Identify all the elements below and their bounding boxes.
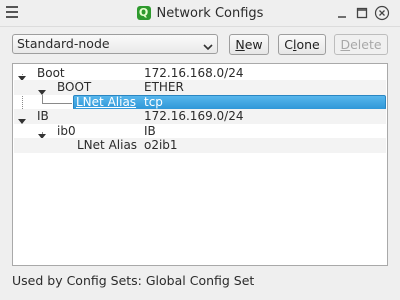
tree-row-ib0[interactable]: ib0 IB — [14, 124, 386, 139]
clone-button[interactable]: Clone — [278, 34, 326, 55]
tree-item-name: BOOT — [57, 80, 92, 94]
tree-item-value: tcp — [144, 95, 163, 109]
tree-item-value: 172.16.168.0/24 — [144, 66, 244, 80]
tree-item-name: IB — [37, 109, 49, 123]
title-bar: Q Network Configs — [0, 0, 400, 27]
network-config-tree[interactable]: Boot 172.16.168.0/24 BOOT ETHER LNet Ali… — [12, 63, 388, 266]
tree-item-value: 172.16.169.0/24 — [144, 109, 244, 123]
app-icon: Q — [136, 6, 151, 20]
tree-item-name: LNet Alias — [76, 95, 137, 109]
tree-item-name: LNet Alias — [77, 138, 138, 152]
tree-item-value: ETHER — [144, 80, 184, 94]
delete-mnemonic: D — [340, 37, 351, 52]
new-mnemonic: N — [235, 37, 245, 52]
tree-item-name: Boot — [37, 66, 65, 80]
new-button[interactable]: New — [229, 34, 269, 55]
tree-row-lnet-alias-tcp[interactable]: LNet Alias tcp — [14, 95, 386, 110]
clone-label-post: one — [296, 37, 320, 52]
window-title: Network Configs — [156, 5, 264, 21]
tree-item-value: o2ib1 — [144, 138, 178, 152]
tree-row-boot[interactable]: Boot 172.16.168.0/24 — [14, 66, 386, 81]
used-by-label: Used by Config Sets: Global Config Set — [12, 273, 255, 288]
config-select[interactable]: Standard-node — [12, 34, 218, 54]
minimize-icon[interactable] — [334, 5, 350, 21]
close-icon[interactable] — [374, 5, 390, 21]
new-label-post: ew — [244, 37, 263, 52]
tree-row-lnet-alias-o2ib1[interactable]: LNet Alias o2ib1 — [14, 138, 386, 153]
delete-button[interactable]: Delete — [334, 34, 388, 55]
tree-item-name: ib0 — [57, 124, 76, 138]
delete-label-post: elete — [350, 37, 382, 52]
tree-row-boot-ether[interactable]: BOOT ETHER — [14, 80, 386, 95]
config-select-value: Standard-node — [17, 36, 110, 51]
tree-row-ib[interactable]: IB 172.16.169.0/24 — [14, 109, 386, 124]
clone-label-pre: C — [284, 37, 293, 52]
tree-item-value: IB — [144, 124, 156, 138]
network-configs-window: Q Network Configs Standard-node New Clon… — [0, 0, 400, 300]
chevron-down-icon — [203, 39, 213, 57]
maximize-icon[interactable] — [354, 5, 370, 21]
